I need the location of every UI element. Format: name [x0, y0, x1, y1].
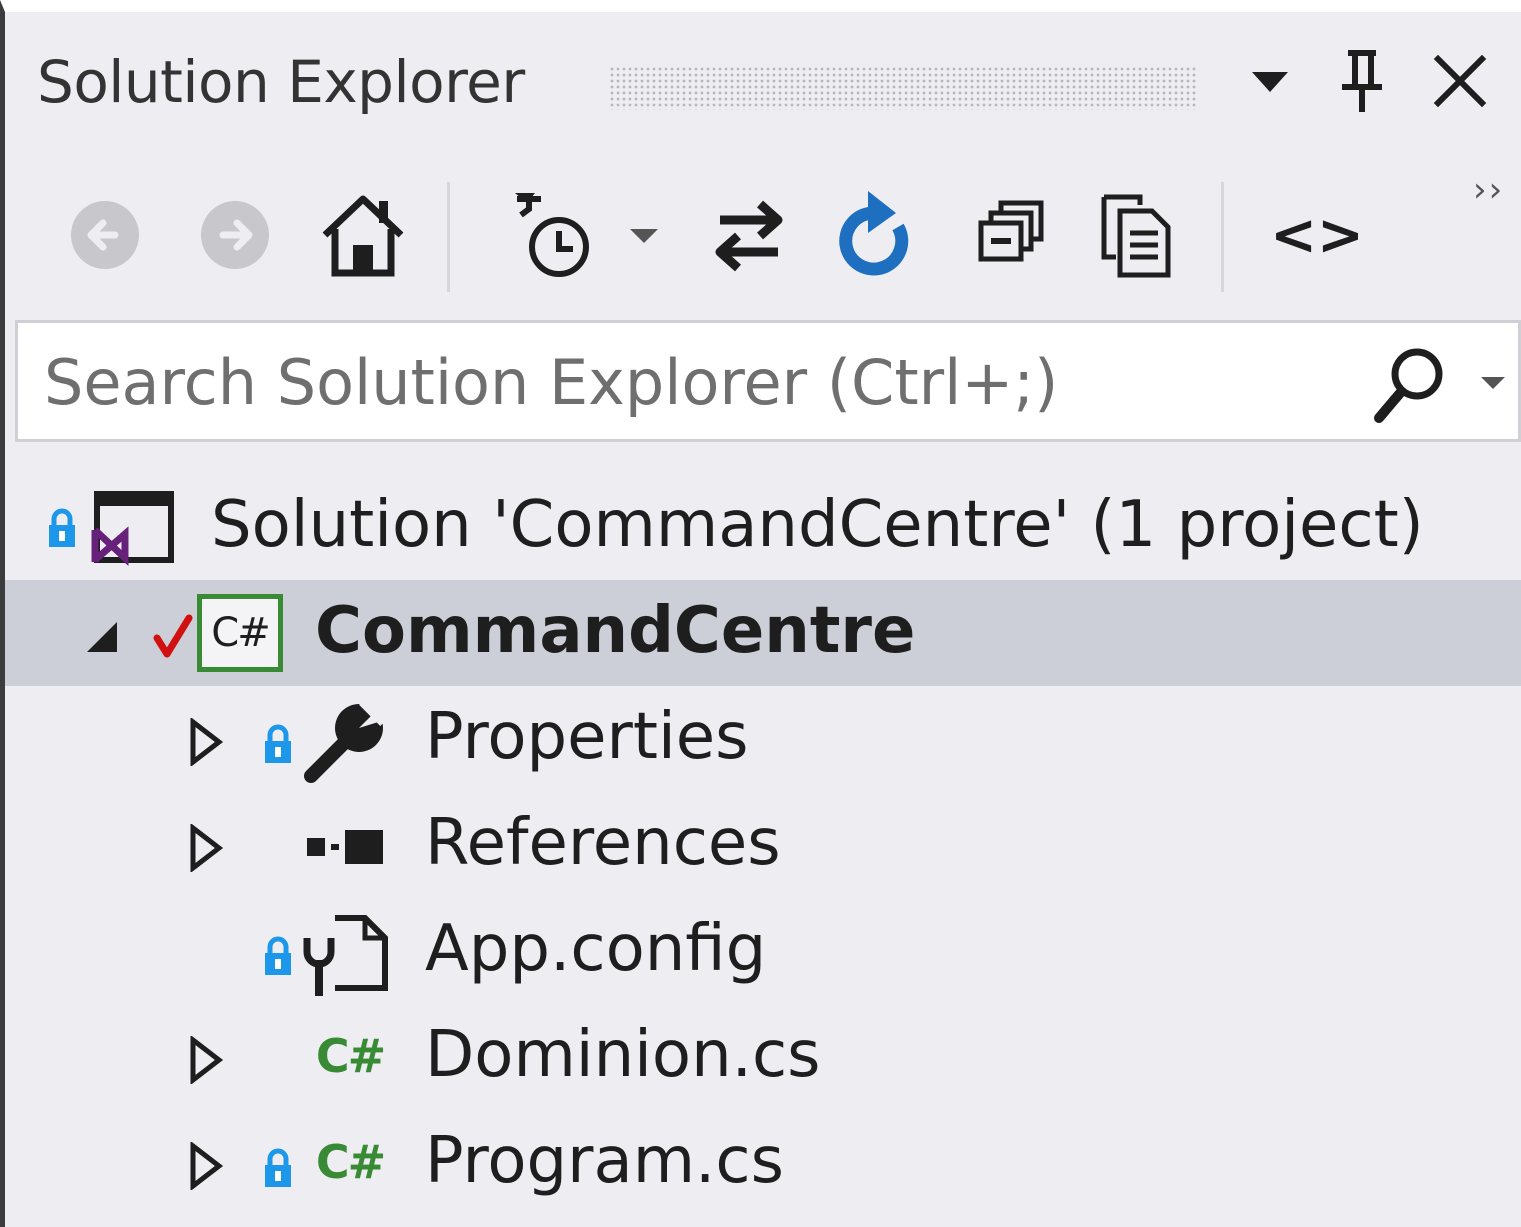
panel-title: Solution Explorer	[37, 48, 525, 116]
forward-button[interactable]	[185, 180, 285, 290]
pending-changes-filter-dropdown[interactable]	[609, 180, 679, 290]
tree-item-label: App.config	[425, 912, 767, 986]
view-code-button[interactable]: <>	[1267, 180, 1367, 290]
expanded-triangle-icon[interactable]	[71, 606, 131, 666]
search-input[interactable]	[42, 333, 1346, 431]
tree-item-project[interactable]: C# CommandCentre	[5, 580, 1521, 686]
config-file-icon	[301, 908, 391, 1002]
collapse-all-icon	[978, 200, 1044, 262]
csharp-project-icon: C#	[197, 594, 283, 672]
collapse-all-button[interactable]	[961, 180, 1061, 290]
tree-item-program-cs[interactable]: C# Program.cs	[5, 1110, 1521, 1216]
tree-item-label: References	[425, 806, 781, 880]
title-bar-grip[interactable]	[609, 66, 1197, 110]
home-button[interactable]	[313, 180, 413, 290]
tree-item-label: Dominion.cs	[425, 1018, 821, 1092]
search-icon	[1374, 348, 1443, 423]
references-icon	[301, 822, 391, 872]
tree-item-app-config[interactable]: App.config	[5, 898, 1521, 1004]
window-position-button[interactable]	[1235, 46, 1305, 116]
search-box	[15, 320, 1521, 442]
pending-changes-filter-button[interactable]	[503, 180, 603, 290]
back-arrow-circle-icon	[71, 201, 139, 269]
solution-icon	[87, 486, 177, 572]
sync-active-document-button[interactable]	[699, 180, 799, 290]
tree-item-label: Program.cs	[425, 1124, 784, 1198]
wrench-icon	[301, 698, 391, 788]
refresh-icon	[839, 191, 909, 276]
lock-icon	[261, 1144, 295, 1194]
tree-item-solution[interactable]: Solution 'CommandCentre' (1 project)	[5, 474, 1521, 580]
tree-item-properties[interactable]: Properties	[5, 686, 1521, 792]
pin-icon	[1342, 50, 1382, 112]
lock-icon	[261, 720, 295, 770]
lock-icon	[261, 932, 295, 982]
toolbar-separator	[447, 182, 450, 292]
toolbar: <> ››	[5, 160, 1521, 310]
csharp-file-icon: C#	[315, 1135, 386, 1189]
tree-item-label: CommandCentre	[315, 594, 916, 668]
forward-arrow-circle-icon	[201, 201, 269, 269]
lock-icon	[45, 504, 79, 554]
show-all-files-button[interactable]	[1089, 180, 1189, 290]
collapsed-triangle-icon[interactable]	[175, 1030, 235, 1090]
search-options-dropdown[interactable]	[1468, 353, 1518, 413]
tree-item-dominion-cs[interactable]: C# Dominion.cs	[5, 1004, 1521, 1110]
dropdown-arrow-icon	[630, 229, 658, 243]
sync-arrows-icon	[715, 200, 783, 272]
collapsed-triangle-icon[interactable]	[175, 1136, 235, 1196]
toolbar-separator	[1221, 182, 1224, 292]
home-icon	[322, 195, 404, 277]
csharp-file-icon: C#	[315, 1029, 386, 1083]
solution-explorer-panel: Solution Explorer <> ›› Search Solution …	[0, 0, 1521, 1227]
toolbar-overflow-button[interactable]: ››	[1473, 170, 1504, 210]
close-icon	[1433, 54, 1487, 108]
refresh-button[interactable]	[827, 180, 927, 290]
dropdown-arrow-icon	[1481, 377, 1505, 389]
clock-filter-icon	[515, 193, 589, 277]
tree-item-references[interactable]: References	[5, 792, 1521, 898]
checked-in-checkmark-icon	[151, 612, 195, 662]
back-button[interactable]	[55, 180, 155, 290]
pin-button[interactable]	[1327, 46, 1397, 116]
dropdown-arrow-icon	[1252, 72, 1288, 92]
title-bar: Solution Explorer	[5, 12, 1521, 142]
collapsed-triangle-icon[interactable]	[175, 818, 235, 878]
show-all-files-icon	[1101, 194, 1171, 278]
code-brackets-icon: <>	[1270, 202, 1364, 268]
tree-item-label: Solution 'CommandCentre' (1 project)	[211, 488, 1424, 562]
search-button[interactable]	[1364, 337, 1454, 433]
collapsed-triangle-icon[interactable]	[175, 712, 235, 772]
tree-item-label: Properties	[425, 700, 749, 774]
close-button[interactable]	[1425, 46, 1495, 116]
